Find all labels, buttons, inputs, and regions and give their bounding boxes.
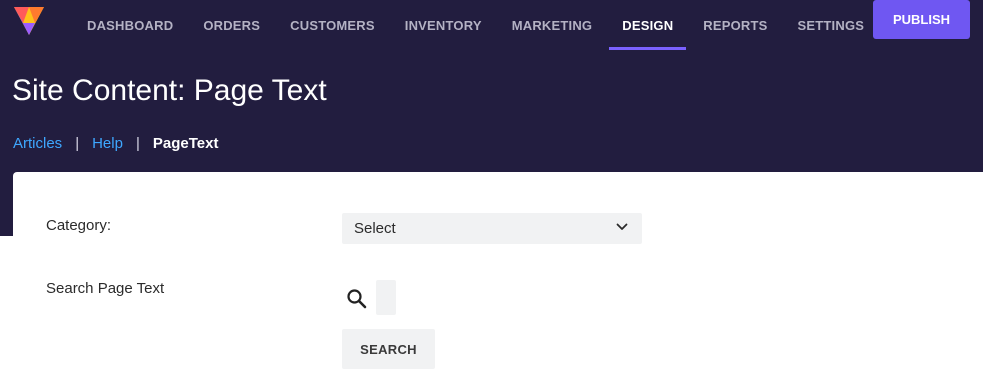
- breadcrumb: Articles | Help | PageText: [13, 135, 218, 152]
- category-select[interactable]: Select: [342, 213, 642, 244]
- chevron-down-icon: [616, 223, 628, 230]
- page-title: Site Content: Page Text: [12, 74, 327, 107]
- nav-item-label: ORDERS: [203, 17, 261, 33]
- search-icon: [347, 289, 367, 309]
- search-button[interactable]: SEARCH: [342, 329, 435, 369]
- nav-item-reports[interactable]: REPORTS: [688, 0, 782, 50]
- nav-item-inventory[interactable]: INVENTORY: [390, 0, 497, 50]
- nav-item-orders[interactable]: ORDERS: [188, 0, 275, 50]
- main-nav: DASHBOARD ORDERS CUSTOMERS INVENTORY MAR…: [72, 0, 879, 50]
- breadcrumb-separator: |: [135, 135, 140, 152]
- prism-logo-icon[interactable]: [12, 3, 46, 37]
- category-select-value: Select: [354, 220, 396, 237]
- nav-item-label: DESIGN: [622, 17, 674, 33]
- nav-item-label: REPORTS: [703, 17, 768, 33]
- publish-button[interactable]: PUBLISH: [873, 0, 970, 39]
- nav-item-design[interactable]: DESIGN: [607, 0, 688, 50]
- nav-item-label: MARKETING: [511, 17, 593, 33]
- nav-item-settings[interactable]: SETTINGS: [783, 0, 880, 50]
- breadcrumb-current: PageText: [152, 135, 219, 152]
- breadcrumb-separator: |: [75, 135, 80, 152]
- content-panel: Category: Select Search Page Text SEARCH: [13, 172, 983, 380]
- search-input[interactable]: [376, 280, 396, 315]
- nav-item-marketing[interactable]: MARKETING: [497, 0, 608, 50]
- breadcrumb-link-help[interactable]: Help: [92, 135, 123, 152]
- nav-item-label: SETTINGS: [797, 17, 865, 33]
- nav-item-customers[interactable]: CUSTOMERS: [275, 0, 390, 50]
- page: DASHBOARD ORDERS CUSTOMERS INVENTORY MAR…: [0, 0, 983, 380]
- nav-item-label: DASHBOARD: [87, 17, 174, 33]
- search-page-text-label: Search Page Text: [46, 280, 165, 297]
- nav-item-dashboard[interactable]: DASHBOARD: [72, 0, 188, 50]
- breadcrumb-link-articles[interactable]: Articles: [13, 135, 62, 152]
- nav-item-label: CUSTOMERS: [290, 17, 375, 33]
- nav-item-label: INVENTORY: [404, 17, 482, 33]
- category-label: Category:: [46, 217, 112, 234]
